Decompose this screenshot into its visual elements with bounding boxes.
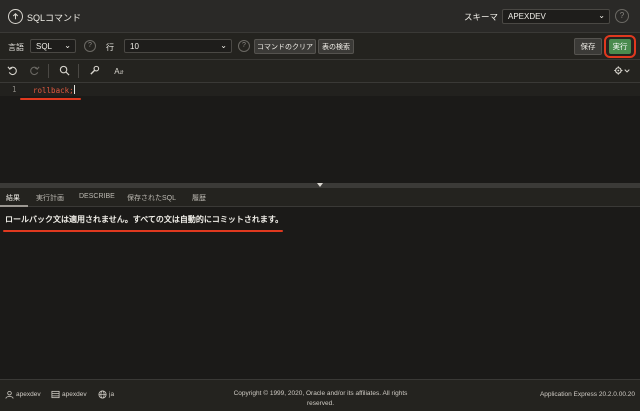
up-arrow-icon[interactable] [8, 9, 23, 24]
toolbar-divider [48, 64, 49, 78]
message-highlight-underline [3, 230, 283, 232]
text-cursor [73, 85, 75, 94]
help-icon[interactable]: ? [615, 9, 629, 23]
rows-select[interactable]: 10 ⌄ [124, 39, 232, 53]
footer: apexdev apexdev ja Copyright © 1999, 202… [0, 379, 640, 411]
copyright-text: Copyright © 1999, 2020, Oracle and/or it… [233, 390, 408, 407]
gear-icon[interactable] [611, 65, 633, 78]
line-number: 1 [12, 85, 17, 94]
version-text: Application Express 20.2.0.00.20 [539, 391, 635, 398]
footer-workspace[interactable]: apexdev [62, 391, 87, 398]
language-help-icon[interactable]: ? [84, 40, 96, 52]
tab-saved-sql[interactable]: 保存されたSQL [127, 193, 176, 203]
footer-user[interactable]: apexdev [16, 391, 41, 398]
search-icon[interactable] [58, 65, 71, 78]
chevron-down-icon: ⌄ [64, 41, 71, 50]
rows-help-icon[interactable]: ? [238, 40, 250, 52]
schema-label: スキーマ [464, 12, 499, 22]
save-button[interactable]: 保存 [574, 38, 602, 55]
code-editor[interactable]: 1 rollback; [0, 83, 640, 183]
text-size-icon[interactable]: A⇵ [111, 65, 127, 78]
clear-command-button[interactable]: コマンドのクリア [254, 39, 316, 54]
workspace-icon [51, 390, 60, 399]
code-highlight-underline [20, 98, 81, 100]
collapse-arrow-icon[interactable] [317, 183, 323, 187]
rows-value: 10 [130, 42, 139, 51]
globe-icon [98, 390, 107, 399]
active-line-highlight [0, 83, 640, 96]
language-label: 言語 [8, 43, 24, 52]
tab-results[interactable]: 結果 [6, 193, 20, 203]
find-tables-button[interactable]: 表の検索 [318, 39, 354, 54]
command-toolbar: 言語 SQL ⌄ ? 行 10 ⌄ ? コマンドのクリア 表の検索 保存 実行 [0, 33, 640, 60]
language-select[interactable]: SQL ⌄ [30, 39, 76, 53]
footer-language[interactable]: ja [109, 391, 114, 398]
redo-icon[interactable] [28, 65, 41, 78]
chevron-down-icon: ⌄ [220, 41, 227, 50]
code-content: rollback; [33, 86, 74, 95]
results-panel: ロールバック文は適用されません。すべての文は自動的にコミットされます。 [0, 207, 640, 379]
editor-toolbar: A⇵ [0, 60, 640, 83]
chevron-down-icon: ⌄ [598, 11, 605, 20]
toolbar-divider [78, 64, 79, 78]
tab-describe[interactable]: DESCRIBE [79, 193, 115, 200]
language-value: SQL [36, 42, 53, 51]
tab-explain[interactable]: 実行計画 [36, 193, 64, 203]
undo-icon[interactable] [6, 65, 19, 78]
app-header: SQLコマンド スキーマ APEXDEV ⌄ ? [0, 0, 640, 33]
schema-value: APEXDEV [508, 12, 546, 21]
tab-history[interactable]: 履歴 [192, 193, 206, 203]
wrench-icon[interactable] [88, 65, 101, 78]
run-button[interactable]: 実行 [609, 39, 631, 54]
schema-select[interactable]: APEXDEV ⌄ [502, 9, 610, 24]
result-tabs: 結果 実行計画 DESCRIBE 保存されたSQL 履歴 [0, 188, 640, 207]
user-icon [5, 390, 14, 399]
result-message: ロールバック文は適用されません。すべての文は自動的にコミットされます。 [5, 215, 284, 224]
run-button-highlight: 実行 [604, 35, 636, 58]
rows-label: 行 [106, 43, 114, 52]
code-text[interactable]: rollback; [33, 85, 75, 95]
page-title: SQLコマンド [27, 13, 82, 23]
